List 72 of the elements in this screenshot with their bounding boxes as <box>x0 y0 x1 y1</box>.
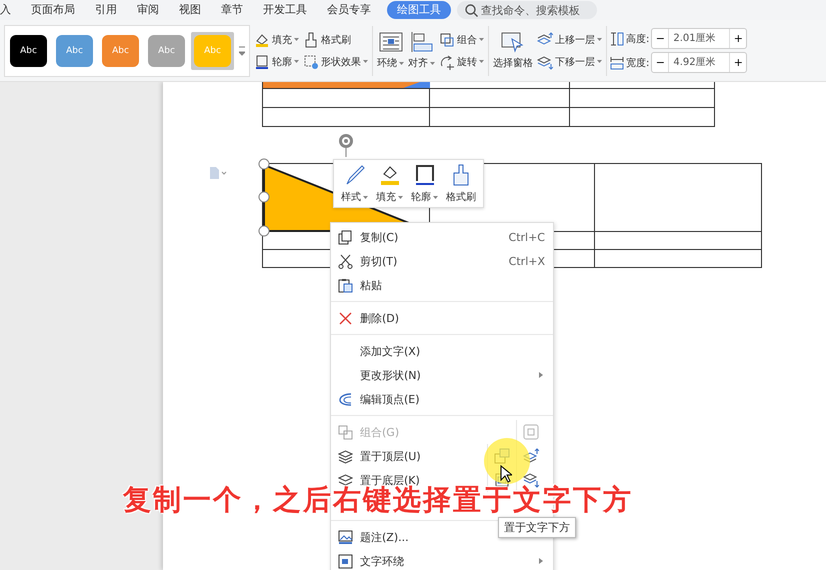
format-brush-icon <box>303 32 319 48</box>
increase-button[interactable]: + <box>730 56 746 69</box>
ribbon-button[interactable]: 形状效果 <box>302 52 369 70</box>
toolbar-button[interactable]: 填充 <box>373 162 406 205</box>
ribbon-button[interactable]: 旋转 <box>438 52 485 70</box>
ungroup-icon <box>523 424 539 440</box>
decrease-button[interactable]: − <box>652 32 668 45</box>
menu-tab[interactable]: 开发工具 <box>253 1 317 19</box>
shape-style-button[interactable]: Abc <box>10 34 47 66</box>
menu-item[interactable]: 编辑顶点(E) <box>331 387 553 411</box>
ribbon-button[interactable]: 填充 <box>253 30 300 48</box>
menu-tab[interactable]: 审阅 <box>127 1 169 19</box>
ribbon-button[interactable]: 组合 <box>438 30 485 48</box>
mouse-cursor-icon <box>500 465 512 483</box>
ribbon-button[interactable]: 对齐 <box>407 30 436 71</box>
menu-tab[interactable]: 章节 <box>211 1 253 19</box>
close-icon <box>338 310 353 326</box>
menu-tab[interactable]: 引用 <box>85 1 127 19</box>
menu-item[interactable]: 更改形状(N) <box>331 363 553 387</box>
image-caption-icon <box>338 530 353 544</box>
ribbon-button[interactable]: 下移一层 <box>536 52 603 70</box>
menu-tab[interactable]: 会员专享 <box>317 1 381 19</box>
height-icon <box>610 32 624 46</box>
bring-forward-icon <box>537 32 553 48</box>
toolbar-button[interactable]: 轮廓 <box>408 162 441 205</box>
ribbon-button[interactable]: 环绕 <box>376 30 405 71</box>
ribbon-button[interactable]: 选择窗格 <box>492 30 534 71</box>
menu-item[interactable]: 删除(D) <box>331 306 553 330</box>
more-styles-icon <box>239 46 245 56</box>
caption-overlay: 复制一个，之后右键选择置于文字下方 <box>123 486 633 514</box>
layers-icon <box>338 448 353 464</box>
increase-button[interactable]: + <box>730 32 746 45</box>
toolbar-button[interactable]: 样式 <box>338 162 371 205</box>
search-icon <box>465 4 478 16</box>
menu-tab[interactable]: 视图 <box>169 1 211 19</box>
decrease-button[interactable]: − <box>652 56 668 69</box>
size-spinner[interactable]: − 2.01厘米 + <box>651 28 748 49</box>
ribbon-button[interactable]: 上移一层 <box>536 30 603 48</box>
toolbar-button[interactable]: 格式刷 <box>443 162 479 205</box>
outline-icon <box>254 54 270 70</box>
menu-item[interactable]: 复制(C) Ctrl+C <box>331 225 553 249</box>
menu-tab[interactable]: 页面布局 <box>21 1 85 19</box>
wrap-text-icon <box>378 31 404 53</box>
group-icon <box>338 424 353 440</box>
search-field[interactable]: 查找命令、搜索模板 <box>457 1 597 19</box>
menu-tab[interactable]: 入 <box>0 1 21 19</box>
shape-effects-icon <box>303 54 319 70</box>
width-icon <box>610 56 624 70</box>
fill-bucket-icon <box>254 32 270 48</box>
menu-item[interactable]: 剪切(T) Ctrl+X <box>331 249 553 273</box>
copy-icon <box>338 230 353 244</box>
tooltip: 置于文字下方 <box>498 517 576 538</box>
field-label: 高度: <box>626 32 650 46</box>
selection-pane-icon <box>500 31 526 53</box>
layers-icon <box>338 472 353 488</box>
clipboard-icon <box>338 278 353 292</box>
menu-item[interactable]: 文字环绕 <box>331 549 553 570</box>
ribbon-button[interactable]: 轮廓 <box>253 52 300 70</box>
field-label: 宽度: <box>626 56 650 70</box>
wrap-text-icon <box>338 554 353 568</box>
rotate-icon <box>439 54 455 70</box>
align-icon <box>408 31 434 53</box>
vertex-curve-icon <box>338 392 353 406</box>
scissors-icon <box>338 254 353 268</box>
menu-item[interactable]: 添加文字(X) <box>331 339 553 363</box>
ribbon-button[interactable]: 格式刷 <box>302 30 369 48</box>
group-icon <box>439 32 455 48</box>
menu-item[interactable]: 粘贴 <box>331 273 553 297</box>
rotate-handle[interactable] <box>338 133 354 157</box>
size-spinner[interactable]: − 4.92厘米 + <box>651 52 748 73</box>
menu-tab[interactable]: 绘图工具 <box>387 1 451 19</box>
send-backward-icon <box>537 54 553 70</box>
